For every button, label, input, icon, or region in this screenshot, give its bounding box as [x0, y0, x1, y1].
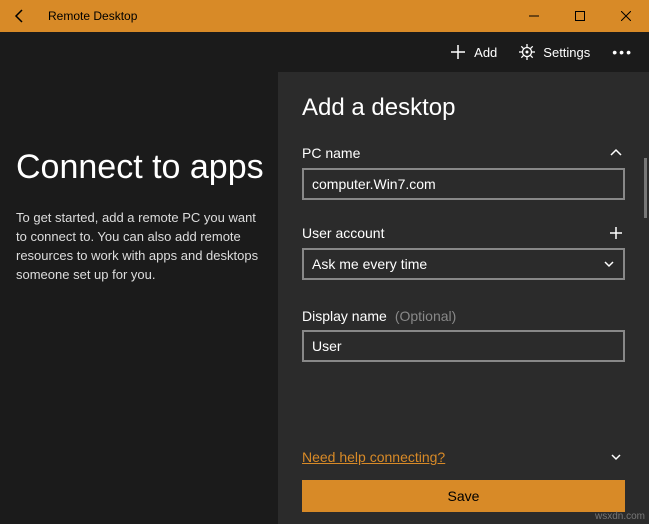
user-account-label: User account [302, 225, 384, 241]
maximize-icon [575, 11, 585, 21]
arrow-left-icon [12, 8, 28, 24]
maximize-button[interactable] [557, 0, 603, 32]
settings-button[interactable]: Settings [509, 38, 600, 66]
scrollbar-thumb[interactable] [644, 158, 647, 218]
page-description: To get started, add a remote PC you want… [16, 209, 262, 284]
page-title: Connect to apps [16, 148, 262, 187]
panel-title: Add a desktop [302, 94, 625, 122]
user-account-select[interactable]: Ask me every time [302, 248, 625, 280]
help-link[interactable]: Need help connecting? [302, 449, 445, 465]
plus-icon [609, 226, 623, 240]
plus-icon [450, 44, 466, 60]
settings-label: Settings [543, 45, 590, 60]
display-name-row: Display name (Optional) [302, 308, 625, 324]
close-icon [621, 11, 631, 21]
gear-icon [519, 44, 535, 60]
chevron-down-icon [610, 451, 622, 463]
more-button[interactable]: ••• [602, 38, 643, 66]
pc-name-label: PC name [302, 145, 360, 161]
titlebar: Remote Desktop [0, 0, 649, 32]
pc-name-input[interactable] [302, 168, 625, 200]
main-area: Connect to apps To get started, add a re… [0, 72, 649, 524]
minimize-button[interactable] [511, 0, 557, 32]
add-user-account-button[interactable] [607, 224, 625, 242]
minimize-icon [529, 11, 539, 21]
pc-name-row: PC name [302, 144, 625, 162]
toolbar: Add Settings ••• [0, 32, 649, 72]
display-name-label: Display name [302, 308, 387, 324]
back-button[interactable] [0, 0, 40, 32]
user-account-value: Ask me every time [312, 256, 427, 272]
user-account-row: User account [302, 224, 625, 242]
app-title: Remote Desktop [40, 9, 511, 23]
add-desktop-panel: Add a desktop PC name User account Ask m… [278, 72, 649, 524]
add-button[interactable]: Add [440, 38, 507, 66]
save-label: Save [448, 488, 480, 504]
watermark: wsxdn.com [595, 511, 645, 522]
add-label: Add [474, 45, 497, 60]
chevron-down-icon [603, 258, 615, 270]
ellipsis-icon: ••• [612, 44, 633, 60]
save-button[interactable]: Save [302, 480, 625, 512]
display-name-input[interactable] [302, 330, 625, 362]
expand-more-button[interactable] [607, 448, 625, 466]
chevron-up-icon [609, 146, 623, 160]
pc-name-collapse-button[interactable] [607, 144, 625, 162]
close-button[interactable] [603, 0, 649, 32]
window-controls [511, 0, 649, 32]
left-pane: Connect to apps To get started, add a re… [0, 72, 278, 304]
display-name-hint: (Optional) [395, 308, 456, 324]
